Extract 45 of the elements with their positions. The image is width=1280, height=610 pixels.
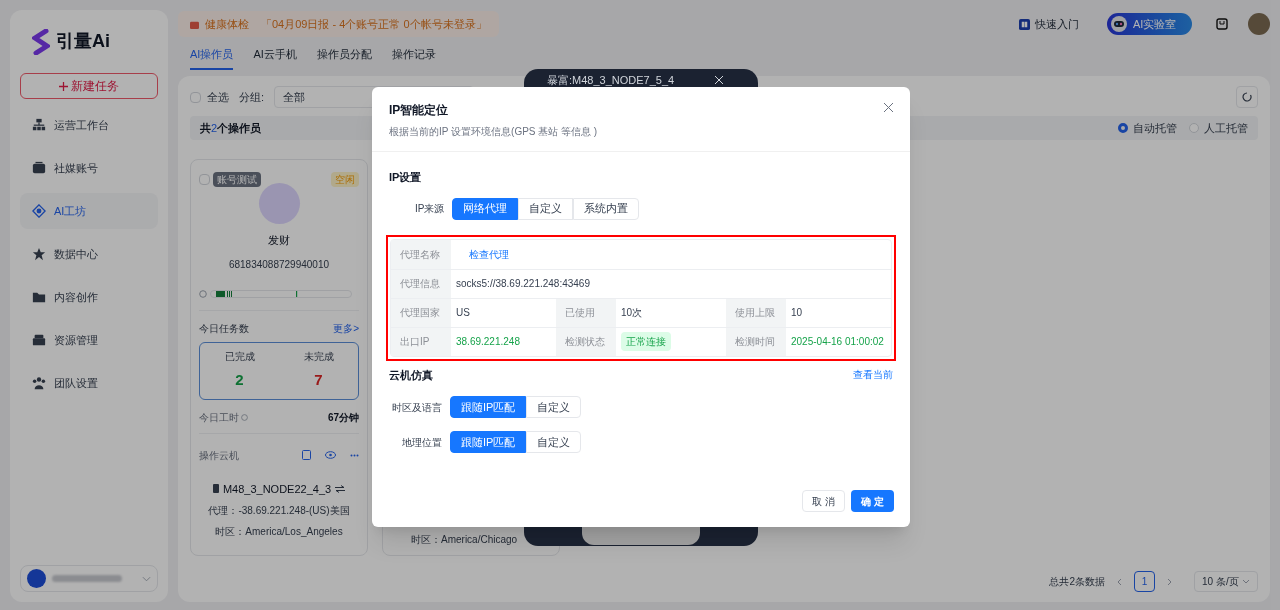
health-label: 健康体检 <box>205 16 249 32</box>
table-cell-text: 10 <box>791 306 803 320</box>
modal-subtitle: 根据当前的IP 设置环境信息(GPS 基站 等信息 ) <box>389 125 598 139</box>
table-cell-text: 38.69.221.248 <box>456 335 520 349</box>
device-proxy: 代理：-38.69.221.248-(US)美国 <box>208 504 350 518</box>
table-cell-text: US <box>456 306 470 320</box>
health-report: 「04月09日报 - 4个账号正常 0个帐号未登录」 <box>261 16 487 32</box>
operator-count: 共2个操作员 <box>200 120 262 136</box>
device-name: M48_3_NODE22_4_3 <box>222 481 332 497</box>
group-label: 分组: <box>239 89 265 105</box>
device-timezone: 时区：America/Los_Angeles <box>215 525 343 539</box>
section-title: 云机仿真 <box>389 367 433 383</box>
field-label: 地理位置 <box>401 435 442 450</box>
field-label: IP来源 <box>415 202 445 216</box>
phone-title: 暴富:M48_3_NODE7_5_4 <box>547 73 675 88</box>
stat-label: 未完成 <box>303 350 334 365</box>
work-time-value: 67分钟 <box>327 410 359 425</box>
table-label-cell: 出口IP <box>391 327 451 356</box>
field-label: 时区及语言 <box>391 400 442 415</box>
table-label-cell: 使用上限 <box>726 298 786 327</box>
table-cell-text: socks5://38.69.221.248:43469 <box>456 277 590 291</box>
section-title: IP设置 <box>389 170 423 185</box>
stat-label: 已完成 <box>224 350 255 365</box>
logo-text: 引量Ai <box>56 30 110 53</box>
tasks-title: 今日任务数 <box>199 321 249 336</box>
table-label-cell: 检测状态 <box>556 327 616 356</box>
table-label-cell: 代理名称 <box>391 239 451 269</box>
table-label-cell: 已使用 <box>556 298 616 327</box>
status-tag: 空闲 <box>331 172 359 187</box>
operator-name: 发财 <box>268 233 290 248</box>
work-time-label: 今日工时 <box>199 410 239 425</box>
modal-title: IP智能定位 <box>389 102 450 119</box>
status-tag: 正常连接 <box>621 332 671 351</box>
total-count: 总共2条数据 <box>1049 575 1105 589</box>
table-label-cell: 代理国家 <box>391 298 451 327</box>
cloud-title: 操作云机 <box>199 448 239 463</box>
stat-value: 2 <box>235 370 244 391</box>
operator-id: 681834088729940010 <box>228 257 330 272</box>
table-label-cell: 检测时间 <box>726 327 786 356</box>
stat-value: 7 <box>314 370 323 391</box>
table-cell-text: 2025-04-16 01:00:02 <box>791 335 884 349</box>
account-tag: 账号测试 <box>213 172 261 187</box>
table-cell-text: 10次 <box>621 306 643 320</box>
device-timezone: 时区：America/Chicago <box>411 533 518 547</box>
table-label-cell: 代理信息 <box>391 269 451 298</box>
